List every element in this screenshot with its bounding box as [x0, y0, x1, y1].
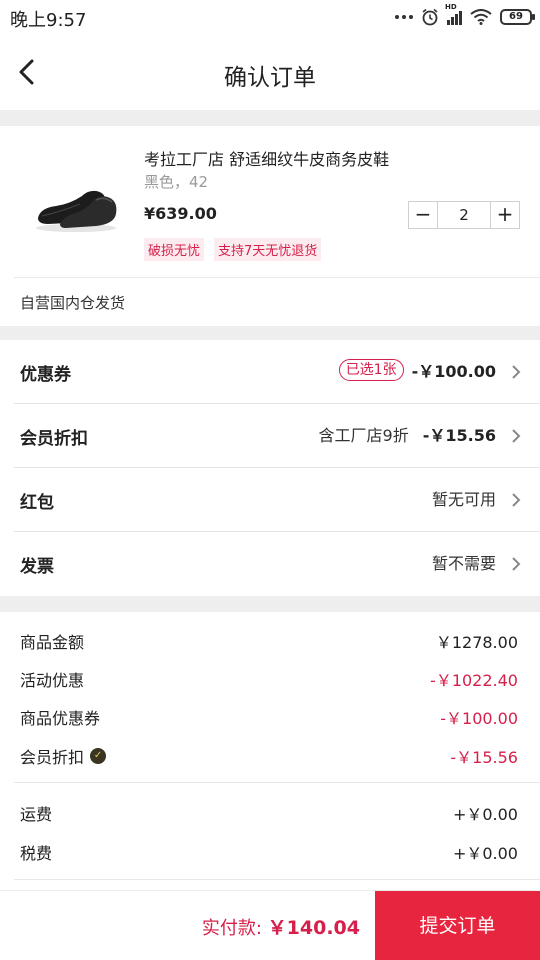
summary-row: 会员折扣 ✓ -￥15.56: [0, 744, 540, 768]
tax-label: 税费: [20, 844, 53, 863]
chevron-right-icon: [512, 429, 521, 443]
status-icons: HD 69: [395, 3, 535, 28]
wifi-icon: [470, 9, 492, 25]
payable-label: 实付款:: [201, 918, 262, 939]
price-summary: 商品金额 ￥1278.00 活动优惠 -￥1022.40 商品优惠券 -￥100…: [0, 612, 540, 892]
service-tags: 破损无忧 支持7天无忧退货: [144, 238, 322, 261]
activity-discount-value: -￥1022.40: [430, 671, 518, 690]
divider: [14, 879, 540, 880]
status-bar: 晚上9:57 HD 69: [0, 0, 540, 34]
chevron-right-icon: [512, 365, 521, 379]
section-gap: [0, 110, 540, 126]
section-gap: [0, 596, 540, 612]
alarm-icon: [422, 8, 438, 26]
submit-order-button[interactable]: 提交订单: [375, 891, 540, 960]
invoice-row[interactable]: 发票 暂不需要: [0, 532, 540, 596]
tax-value: +￥0.00: [452, 844, 518, 863]
summary-row: 商品金额 ￥1278.00: [0, 629, 540, 653]
member-discount-amount: -￥15.56: [422, 426, 496, 445]
decrease-button[interactable]: −: [409, 202, 437, 228]
member-discount-label: 会员折扣: [20, 429, 88, 449]
chevron-right-icon: [512, 493, 521, 507]
freight-value: +￥0.00: [452, 805, 518, 824]
member-discount-summary-label: 会员折扣 ✓: [20, 744, 107, 768]
invoice-value: 暂不需要: [432, 550, 496, 574]
invoice-status: 暂不需要: [431, 554, 496, 573]
goods-amount-value: ￥1278.00: [435, 633, 518, 652]
page-title: 确认订单: [224, 65, 316, 91]
product-thumbnail[interactable]: [30, 164, 122, 240]
red-packet-value: 暂无可用: [432, 486, 496, 510]
coupon-label: 优惠券: [20, 365, 71, 385]
signal-icon: HD: [445, 3, 462, 25]
chevron-right-icon: [512, 557, 521, 571]
red-packet-status: 暂无可用: [431, 490, 496, 509]
member-discount-value: 含工厂店9折 -￥15.56: [319, 422, 496, 446]
red-packet-label: 红包: [20, 493, 54, 513]
quantity-value[interactable]: 2: [437, 202, 491, 228]
activity-discount-label: 活动优惠: [20, 671, 85, 690]
payable-amount: ￥140.04: [267, 917, 360, 939]
coupon-value: 已选1张 -￥100.00: [338, 358, 496, 382]
status-time: 晚上9:57: [10, 10, 87, 31]
goods-amount-label: 商品金额: [20, 633, 85, 652]
service-tag: 支持7天无忧退货: [214, 238, 322, 261]
service-tag: 破损无忧: [144, 238, 205, 261]
product-spec: 黑色，42: [144, 173, 209, 191]
product-name[interactable]: 考拉工厂店 舒适细纹牛皮商务皮鞋: [144, 146, 389, 170]
member-discount-note: 含工厂店9折: [318, 426, 409, 445]
checkout-bar: 实付款: ￥140.04 提交订单: [0, 890, 540, 960]
quantity-stepper: − 2 +: [408, 201, 520, 229]
invoice-label: 发票: [20, 557, 54, 577]
divider: [14, 277, 540, 278]
summary-row: 商品优惠券 -￥100.00: [0, 705, 540, 729]
coupon-amount: -￥100.00: [411, 362, 496, 381]
goods-coupon-value: -￥100.00: [440, 709, 518, 728]
coupon-selected-badge: 已选1张: [338, 359, 404, 381]
network-label: HD: [445, 3, 457, 11]
red-packet-row[interactable]: 红包 暂无可用: [0, 468, 540, 532]
more-dots-icon: [395, 15, 413, 19]
summary-row: 活动优惠 -￥1022.40: [0, 667, 540, 691]
shipping-note: 自营国内仓发货: [20, 294, 126, 312]
goods-coupon-label: 商品优惠券: [20, 709, 101, 728]
member-discount-summary-text: 会员折扣: [20, 748, 85, 767]
member-discount-row[interactable]: 会员折扣 含工厂店9折 -￥15.56: [0, 404, 540, 468]
summary-row: 运费 +￥0.00: [0, 801, 540, 825]
summary-row: 税费 +￥0.00: [0, 840, 540, 864]
page-header: 确认订单: [0, 34, 540, 110]
product-price: ¥639.00: [144, 204, 217, 223]
member-discount-summary-value: -￥15.56: [450, 748, 518, 767]
increase-button[interactable]: +: [491, 202, 519, 228]
divider: [14, 782, 540, 783]
battery-icon: 69: [500, 9, 535, 25]
vip-badge-icon: ✓: [90, 748, 107, 764]
coupon-row[interactable]: 优惠券 已选1张 -￥100.00: [0, 340, 540, 404]
payable-total: 实付款: ￥140.04: [202, 913, 360, 940]
product-card: 考拉工厂店 舒适细纹牛皮商务皮鞋 黑色，42 ¥639.00 − 2 + 破损无…: [0, 126, 540, 326]
freight-label: 运费: [20, 805, 53, 824]
